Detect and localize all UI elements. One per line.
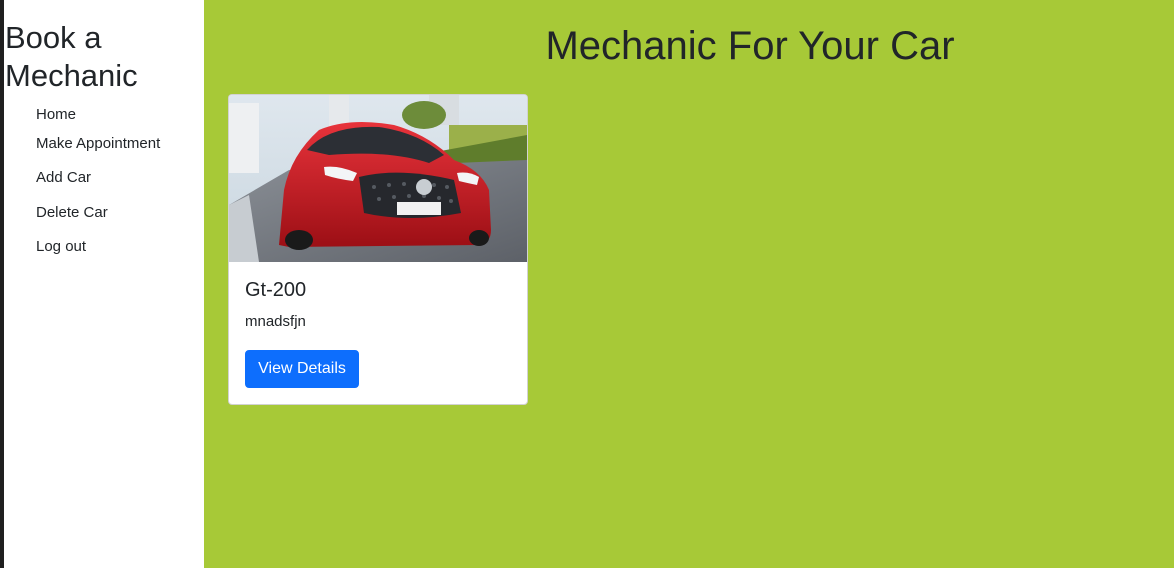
car-title: Gt-200 (245, 279, 307, 301)
sidebar-item-add-car[interactable]: Add Car (36, 169, 91, 186)
sidebar-item-delete-car[interactable]: Delete Car (36, 204, 108, 221)
sidebar-item-log-out[interactable]: Log out (36, 238, 86, 255)
car-card: Gt-200 mnadsfjn View Details (228, 94, 528, 405)
view-details-button[interactable]: View Details (245, 350, 359, 388)
brand-title: Book a Mechanic (5, 20, 138, 93)
sidebar: Book a Mechanic Home Make Appointment Ad… (4, 0, 204, 568)
sidebar-item-make-appointment[interactable]: Make Appointment (36, 135, 160, 152)
app-layout: Book a Mechanic Home Make Appointment Ad… (4, 0, 1174, 568)
page-title: Mechanic For Your Car (545, 24, 955, 68)
main-content: Mechanic For Your Car Gt-200 mnadsfjn Vi… (204, 0, 1174, 568)
sidebar-item-home[interactable]: Home (36, 106, 76, 123)
car-image (229, 95, 527, 262)
car-description: mnadsfjn (245, 313, 306, 330)
